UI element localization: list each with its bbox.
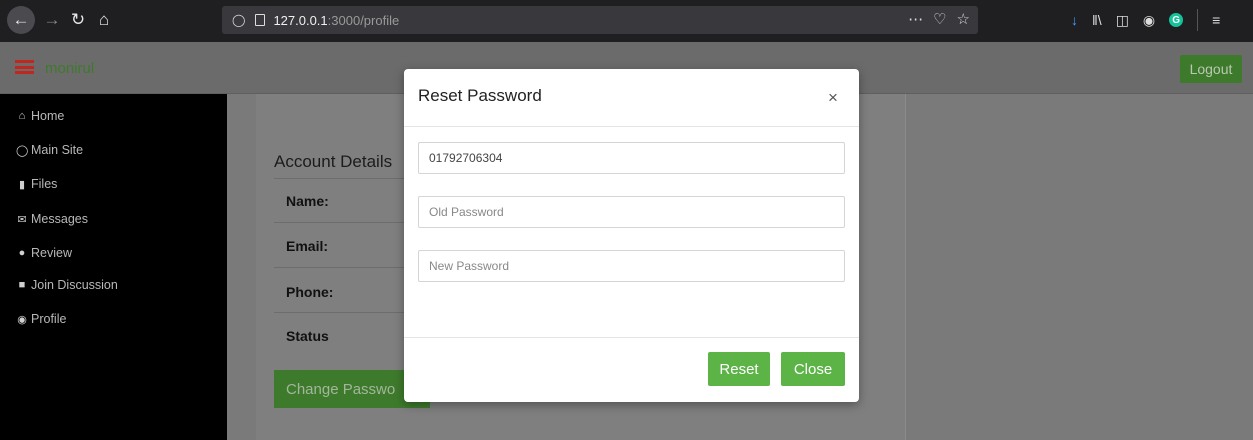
sidebar-item-label: Messages bbox=[31, 212, 88, 226]
phone-field[interactable] bbox=[418, 142, 845, 174]
sidebar-item-messages[interactable]: ✉ Messages bbox=[16, 212, 88, 226]
download-icon[interactable]: ↓ bbox=[1071, 12, 1078, 28]
browser-toolbar: ← → ↻ ⌂ ◯ 127.0.0.1 :3000/profile ⋯ ♡ ☆ … bbox=[0, 0, 1253, 42]
account-icon[interactable]: ◉ bbox=[1143, 12, 1155, 29]
toolbar-separator bbox=[1197, 9, 1199, 31]
old-password-field[interactable] bbox=[418, 196, 845, 228]
comments-icon: ● bbox=[18, 247, 26, 259]
home-icon: ⌂ bbox=[18, 110, 26, 122]
account-details-title: Account Details bbox=[274, 152, 393, 171]
divider bbox=[274, 267, 404, 268]
address-bar[interactable]: ◯ 127.0.0.1 :3000/profile ⋯ ♡ ☆ bbox=[222, 6, 978, 34]
divider bbox=[274, 222, 404, 223]
page-icon bbox=[255, 14, 266, 26]
globe-icon: ◯ bbox=[16, 144, 29, 157]
sidebar-item-main-site[interactable]: ◯ Main Site bbox=[16, 143, 83, 157]
more-actions-icon[interactable]: ⋯ bbox=[908, 10, 923, 28]
url-host: 127.0.0.1 bbox=[273, 12, 328, 28]
library-icon[interactable]: ‖\ bbox=[1092, 12, 1102, 28]
divider bbox=[274, 312, 404, 313]
close-icon[interactable]: × bbox=[828, 88, 838, 108]
envelope-icon: ✉ bbox=[17, 213, 27, 226]
sidebar-item-label: Home bbox=[31, 109, 65, 123]
shield-icon[interactable]: ◯ bbox=[232, 13, 245, 27]
user-name: monirul bbox=[45, 60, 95, 77]
reload-icon[interactable]: ↻ bbox=[64, 6, 92, 34]
phone-label: Phone: bbox=[286, 284, 334, 300]
sidebar-item-home[interactable]: ⌂ Home bbox=[16, 109, 65, 123]
hamburger-icon[interactable] bbox=[15, 60, 34, 74]
grammarly-icon[interactable]: G bbox=[1169, 13, 1184, 27]
home-icon[interactable]: ⌂ bbox=[90, 6, 118, 34]
modal-header-divider bbox=[404, 126, 859, 127]
reset-password-modal: Reset Password × Reset Close bbox=[404, 69, 859, 402]
sidebar-item-label: Profile bbox=[31, 312, 67, 326]
sidebar-item-label: Files bbox=[31, 177, 58, 191]
modal-title: Reset Password bbox=[418, 86, 542, 105]
back-arrow-icon[interactable]: ← bbox=[7, 6, 35, 34]
divider bbox=[274, 178, 404, 179]
sidebar-item-label: Main Site bbox=[31, 143, 84, 157]
sidebar: ⌂ Home ◯ Main Site ▮ Files ✉ Messages ● … bbox=[0, 94, 227, 440]
facebook-icon: ■ bbox=[18, 279, 26, 291]
sidebar-item-label: Join Discussion bbox=[31, 278, 118, 292]
pocket-icon[interactable]: ♡ bbox=[933, 10, 946, 28]
sidebar-item-profile[interactable]: ◉ Profile bbox=[16, 312, 66, 326]
menu-icon[interactable]: ≡ bbox=[1212, 12, 1220, 28]
bookmark-star-icon[interactable]: ☆ bbox=[957, 10, 970, 28]
close-button[interactable]: Close bbox=[781, 352, 845, 386]
name-label: Name: bbox=[286, 193, 329, 209]
url-path: :3000/profile bbox=[327, 12, 400, 28]
logout-button[interactable]: Logout bbox=[1180, 55, 1242, 83]
modal-footer-divider bbox=[404, 337, 859, 338]
user-circle-icon: ◉ bbox=[17, 313, 27, 326]
sidebar-toggle-icon[interactable]: ◫ bbox=[1116, 12, 1129, 29]
sidebar-item-label: Review bbox=[31, 246, 72, 260]
sidebar-item-join-discussion[interactable]: ■ Join Discussion bbox=[16, 278, 118, 292]
reset-button[interactable]: Reset bbox=[708, 352, 770, 386]
email-label: Email: bbox=[286, 238, 329, 254]
status-label: Status bbox=[286, 328, 329, 344]
sidebar-item-review[interactable]: ● Review bbox=[16, 246, 72, 260]
folder-icon: ▮ bbox=[18, 178, 26, 191]
forward-arrow-icon[interactable]: → bbox=[38, 6, 66, 34]
sidebar-item-files[interactable]: ▮ Files bbox=[16, 177, 57, 191]
new-password-field[interactable] bbox=[418, 250, 845, 282]
